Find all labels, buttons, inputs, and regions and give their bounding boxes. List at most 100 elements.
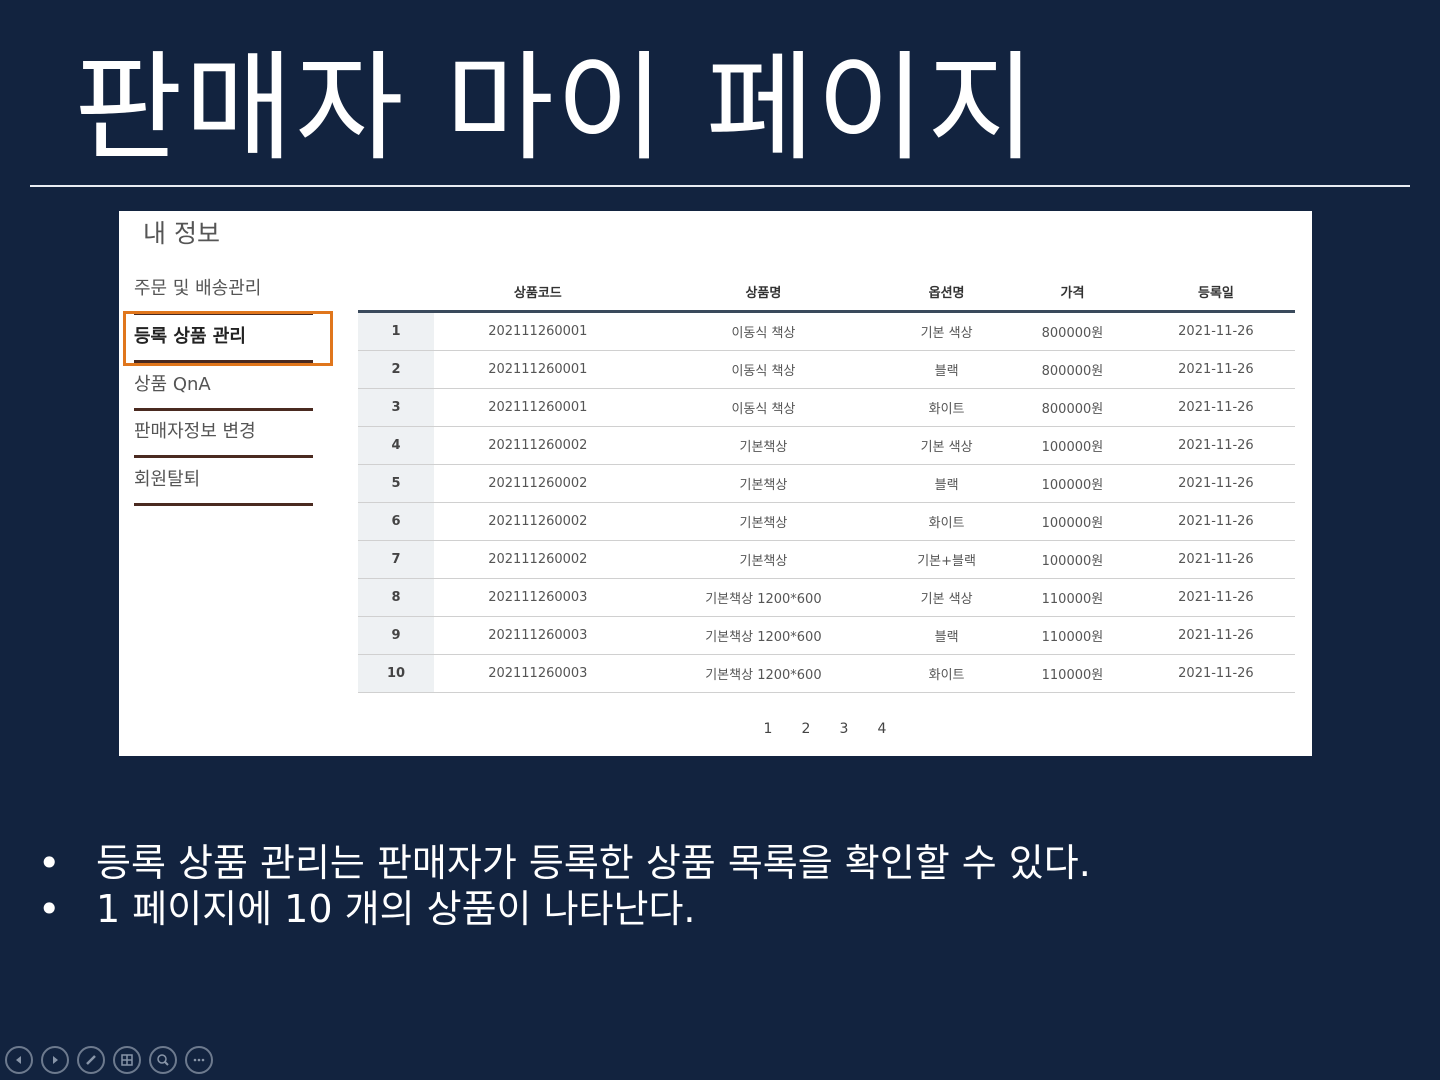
cell-price: 100000원 bbox=[1008, 502, 1137, 541]
cell-price: 100000원 bbox=[1008, 540, 1137, 579]
table-row[interactable]: 2 202111260001 이동식 책상 블랙 800000원 2021-11-26 bbox=[358, 350, 1295, 389]
product-table: 상품코드 상품명 옵션명 가격 등록일 1 202111260001 이동식 책상 기… bbox=[358, 273, 1295, 693]
cell-product-name: 이동식 책상 bbox=[641, 388, 886, 427]
table-row[interactable]: 3 202111260001 이동식 책상 화이트 800000원 2021-11-26 bbox=[358, 388, 1295, 427]
column-header-no bbox=[358, 273, 434, 313]
cell-option-name: 화이트 bbox=[885, 654, 1009, 693]
cell-product-code: 202111260003 bbox=[434, 654, 642, 693]
next-slide-icon[interactable] bbox=[41, 1046, 69, 1074]
panel-heading: 내 정보 bbox=[143, 219, 220, 248]
cell-product-code: 202111260002 bbox=[434, 540, 642, 579]
table-row[interactable]: 10 202111260003 기본책상 1200*600 화이트 110000원 202… bbox=[358, 654, 1295, 693]
slide-title: 판매자 마이 페이지 bbox=[74, 39, 1038, 177]
cell-row-number: 7 bbox=[358, 540, 434, 579]
cell-registered-date: 2021-11-26 bbox=[1136, 654, 1295, 693]
cell-product-name: 기본책상 1200*600 bbox=[641, 578, 886, 617]
cell-registered-date: 2021-11-26 bbox=[1136, 540, 1295, 579]
column-header-price: 가격 bbox=[1008, 273, 1137, 313]
cell-registered-date: 2021-11-26 bbox=[1136, 388, 1295, 427]
cell-row-number: 5 bbox=[358, 464, 434, 503]
cell-registered-date: 2021-11-26 bbox=[1136, 311, 1295, 351]
cell-price: 110000원 bbox=[1008, 578, 1137, 617]
cell-option-name: 화이트 bbox=[885, 502, 1009, 541]
sidebar-item-label: 상품 QnA bbox=[134, 374, 211, 395]
sidebar-item-registered-products[interactable]: 등록 상품 관리 bbox=[123, 311, 333, 366]
cell-price: 800000원 bbox=[1008, 350, 1137, 389]
cell-product-name: 이동식 책상 bbox=[641, 311, 886, 351]
previous-slide-icon[interactable] bbox=[5, 1046, 33, 1074]
page-link[interactable]: 2 bbox=[787, 721, 825, 737]
pagination: 1234 bbox=[749, 721, 901, 737]
bullet-symbol: • bbox=[38, 841, 61, 885]
column-header-name: 상품명 bbox=[641, 273, 886, 313]
cell-registered-date: 2021-11-26 bbox=[1136, 502, 1295, 541]
table-row[interactable]: 4 202111260002 기본책상 기본 색상 100000원 2021-11-26 bbox=[358, 426, 1295, 465]
cell-option-name: 화이트 bbox=[885, 388, 1009, 427]
sidebar-item-label: 판매자정보 변경 bbox=[134, 421, 256, 442]
sidebar-item-label: 등록 상품 관리 bbox=[134, 326, 246, 347]
pen-icon[interactable] bbox=[77, 1046, 105, 1074]
table-row[interactable]: 7 202111260002 기본책상 기본+블랙 100000원 2021-11-26 bbox=[358, 540, 1295, 579]
sidebar-item-withdraw[interactable]: 회원탈퇴 bbox=[134, 462, 313, 506]
cell-product-name: 기본책상 bbox=[641, 464, 886, 503]
cell-registered-date: 2021-11-26 bbox=[1136, 578, 1295, 617]
cell-product-name: 이동식 책상 bbox=[641, 350, 886, 389]
more-options-icon[interactable] bbox=[185, 1046, 213, 1074]
column-header-date: 등록일 bbox=[1136, 273, 1295, 313]
cell-option-name: 기본 색상 bbox=[885, 426, 1009, 465]
my-info-panel: 내 정보 주문 및 배송관리 등록 상품 관리 상품 QnA 판매자정보 변경 … bbox=[119, 211, 1312, 756]
table-row[interactable]: 9 202111260003 기본책상 1200*600 블랙 110000원 2021-… bbox=[358, 616, 1295, 655]
cell-option-name: 기본 색상 bbox=[885, 311, 1009, 351]
cell-price: 800000원 bbox=[1008, 388, 1137, 427]
bullet-symbol: • bbox=[38, 887, 61, 931]
table-row[interactable]: 6 202111260002 기본책상 화이트 100000원 2021-11-26 bbox=[358, 502, 1295, 541]
cell-row-number: 2 bbox=[358, 350, 434, 389]
page-link[interactable]: 4 bbox=[863, 721, 901, 737]
cell-row-number: 6 bbox=[358, 502, 434, 541]
cell-product-code: 202111260003 bbox=[434, 578, 642, 617]
cell-price: 800000원 bbox=[1008, 311, 1137, 351]
cell-registered-date: 2021-11-26 bbox=[1136, 426, 1295, 465]
cell-product-name: 기본책상 bbox=[641, 426, 886, 465]
column-header-code: 상품코드 bbox=[434, 273, 642, 313]
cell-row-number: 3 bbox=[358, 388, 434, 427]
cell-row-number: 1 bbox=[358, 311, 434, 351]
page-link[interactable]: 1 bbox=[749, 721, 787, 737]
cell-product-code: 202111260001 bbox=[434, 311, 642, 351]
sidebar-item-seller-info[interactable]: 판매자정보 변경 bbox=[134, 414, 313, 458]
cell-product-code: 202111260001 bbox=[434, 388, 642, 427]
bullet-row: • 1 페이지에 10 개의 상품이 나타난다. bbox=[38, 886, 1091, 932]
cell-row-number: 4 bbox=[358, 426, 434, 465]
cell-registered-date: 2021-11-26 bbox=[1136, 464, 1295, 503]
cell-row-number: 8 bbox=[358, 578, 434, 617]
cell-product-code: 202111260002 bbox=[434, 502, 642, 541]
bullet-list: • 등록 상품 관리는 판매자가 등록한 상품 목록을 확인할 수 있다. • … bbox=[38, 840, 1091, 932]
cell-price: 100000원 bbox=[1008, 426, 1137, 465]
cell-row-number: 9 bbox=[358, 616, 434, 655]
cell-price: 110000원 bbox=[1008, 616, 1137, 655]
sidebar-item-label: 주문 및 배송관리 bbox=[134, 278, 262, 299]
bullet-text: 1 페이지에 10 개의 상품이 나타난다. bbox=[96, 887, 696, 931]
cell-product-name: 기본책상 1200*600 bbox=[641, 654, 886, 693]
slide-grid-icon[interactable] bbox=[113, 1046, 141, 1074]
cell-product-code: 202111260002 bbox=[434, 426, 642, 465]
cell-product-name: 기본책상 bbox=[641, 502, 886, 541]
table-row[interactable]: 1 202111260001 이동식 책상 기본 색상 800000원 2021-11-2… bbox=[358, 311, 1295, 351]
table-row[interactable]: 5 202111260002 기본책상 블랙 100000원 2021-11-26 bbox=[358, 464, 1295, 503]
sidebar-item-orders[interactable]: 주문 및 배송관리 bbox=[134, 271, 313, 315]
bullet-row: • 등록 상품 관리는 판매자가 등록한 상품 목록을 확인할 수 있다. bbox=[38, 840, 1091, 886]
cell-product-code: 202111260001 bbox=[434, 350, 642, 389]
table-header-row: 상품코드 상품명 옵션명 가격 등록일 bbox=[358, 273, 1295, 313]
table-row[interactable]: 8 202111260003 기본책상 1200*600 기본 색상 110000원 20… bbox=[358, 578, 1295, 617]
cell-option-name: 블랙 bbox=[885, 616, 1009, 655]
title-divider bbox=[30, 185, 1410, 187]
zoom-icon[interactable] bbox=[149, 1046, 177, 1074]
cell-option-name: 기본 색상 bbox=[885, 578, 1009, 617]
presentation-nav-bar bbox=[5, 1046, 213, 1074]
page-link[interactable]: 3 bbox=[825, 721, 863, 737]
cell-product-name: 기본책상 bbox=[641, 540, 886, 579]
cell-product-name: 기본책상 1200*600 bbox=[641, 616, 886, 655]
sidebar-item-qna[interactable]: 상품 QnA bbox=[134, 367, 313, 411]
column-header-option: 옵션명 bbox=[885, 273, 1009, 313]
cell-row-number: 10 bbox=[358, 654, 434, 693]
